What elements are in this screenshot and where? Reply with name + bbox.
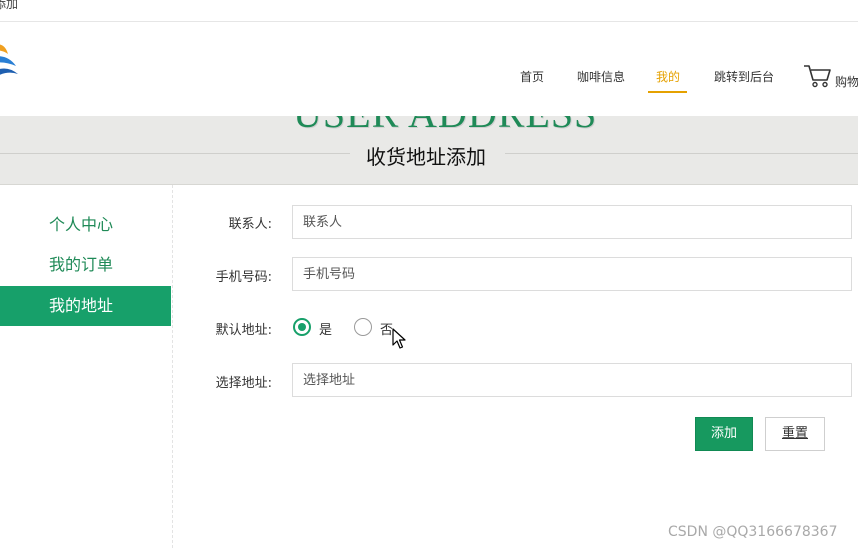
- sidebar-item-orders[interactable]: 我的订单: [0, 245, 171, 285]
- mouse-cursor-icon: [392, 328, 406, 349]
- default-yes-label[interactable]: 是: [319, 319, 332, 338]
- nav-item-mine[interactable]: 我的: [656, 68, 680, 85]
- reset-button[interactable]: 重置: [765, 417, 825, 451]
- nav-item-home[interactable]: 首页: [520, 68, 544, 85]
- cart-label[interactable]: 购物车: [835, 73, 858, 90]
- contact-label: 联系人:: [228, 217, 272, 232]
- cart-icon[interactable]: [803, 63, 833, 89]
- page-banner: USER ADDRESS 收货地址添加: [0, 116, 858, 185]
- top-strip: 添加: [0, 0, 858, 22]
- banner-divider-right: [505, 153, 858, 154]
- page: 添加 首页 咖啡信息 我的 跳转到后台 购物车 USER ADDRESS 收货地…: [0, 0, 858, 548]
- top-strip-text: 添加: [0, 0, 19, 11]
- nav-active-underline: [648, 91, 687, 93]
- address-label: 选择地址:: [215, 376, 272, 391]
- contact-input[interactable]: [292, 205, 852, 239]
- sidebar-item-profile[interactable]: 个人中心: [0, 205, 171, 245]
- phone-input[interactable]: [292, 257, 852, 291]
- default-no-radio[interactable]: [354, 318, 372, 336]
- main-nav: 首页 咖啡信息 我的 跳转到后台 购物车: [0, 22, 858, 116]
- nav-item-coffee-info[interactable]: 咖啡信息: [577, 68, 625, 85]
- nav-item-admin[interactable]: 跳转到后台: [714, 68, 774, 85]
- default-address-label: 默认地址:: [215, 323, 272, 338]
- sidebar-item-address[interactable]: 我的地址: [0, 286, 171, 326]
- add-button[interactable]: 添加: [695, 417, 753, 451]
- banner-divider-left: [0, 153, 350, 154]
- address-select-input[interactable]: [292, 363, 852, 397]
- site-header: 首页 咖啡信息 我的 跳转到后台 购物车: [0, 22, 858, 116]
- sidebar: 个人中心 我的订单 我的地址: [0, 185, 173, 548]
- default-yes-radio[interactable]: [293, 318, 311, 336]
- banner-english-title: USER ADDRESS: [293, 116, 597, 137]
- phone-label: 手机号码:: [215, 270, 272, 285]
- page-title: 收货地址添加: [366, 145, 486, 169]
- watermark: CSDN @QQ3166678367: [668, 524, 838, 540]
